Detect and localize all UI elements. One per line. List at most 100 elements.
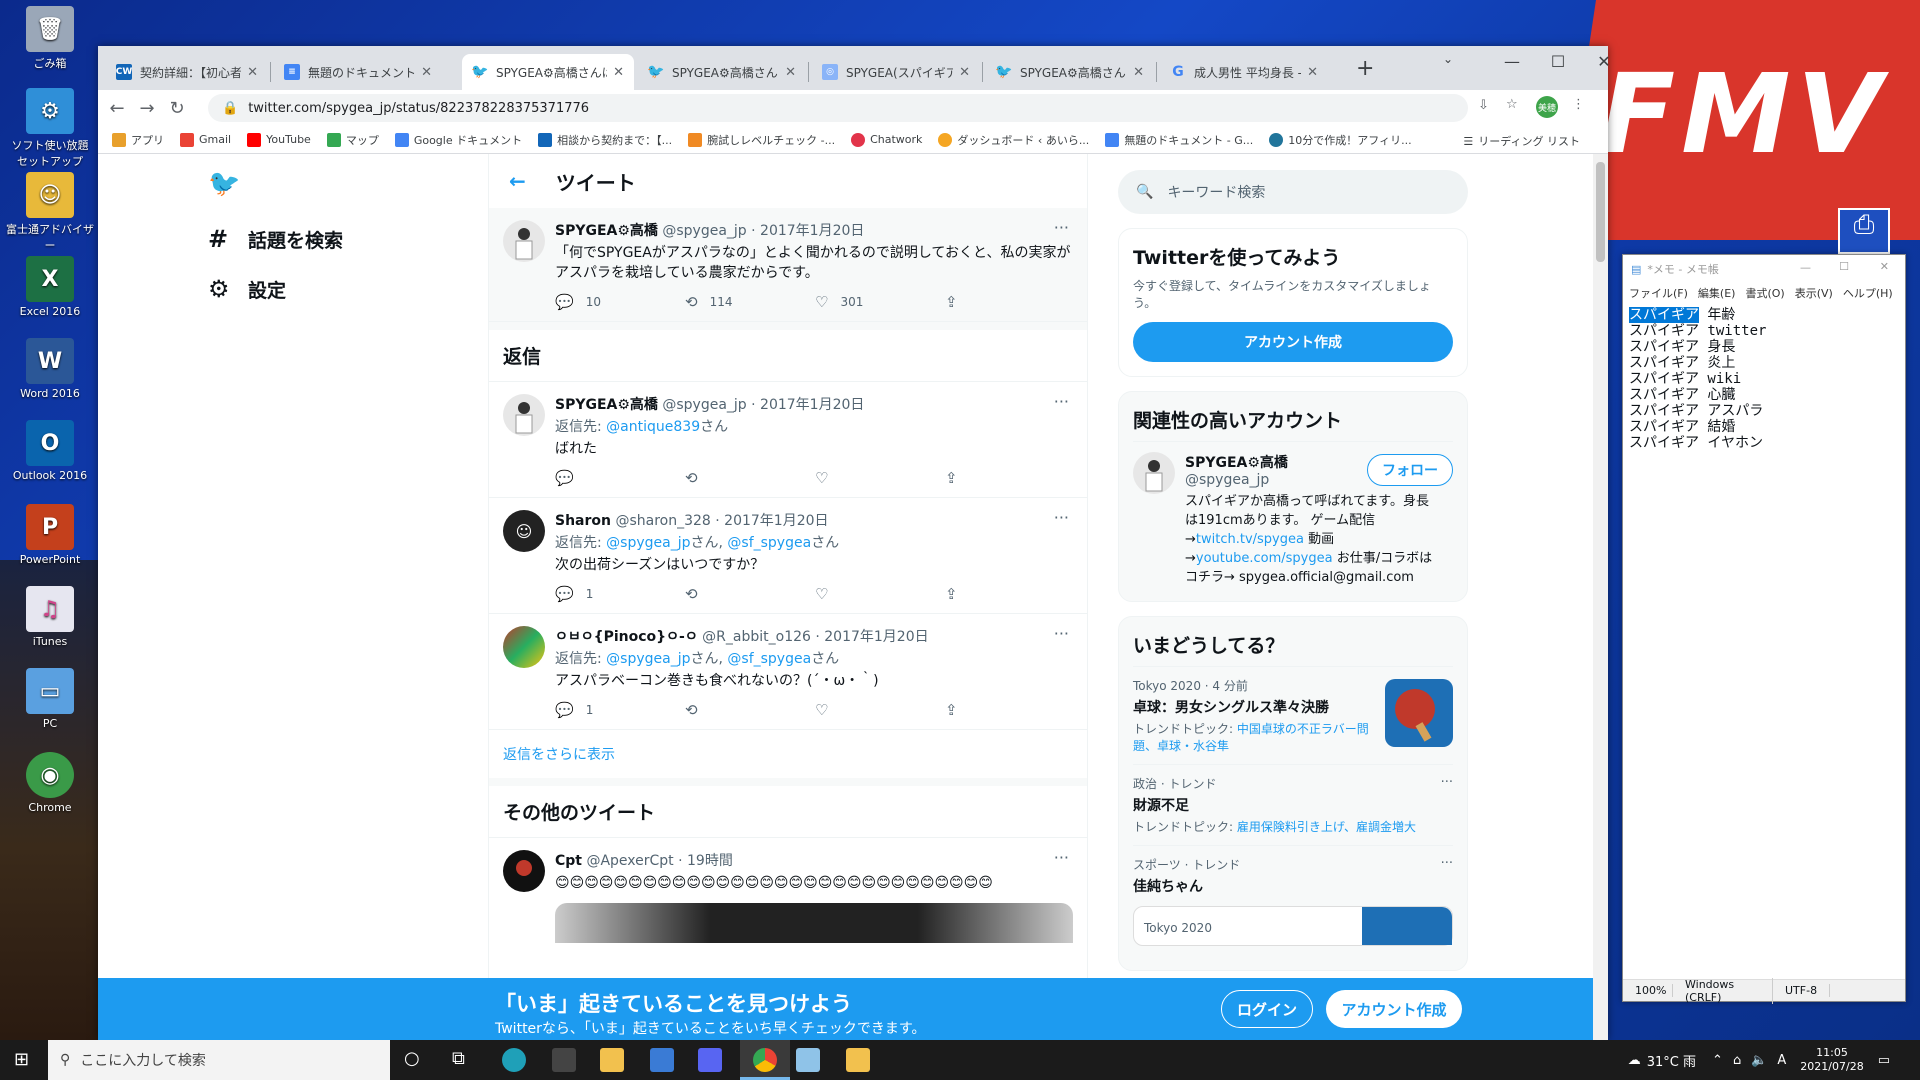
back-icon[interactable]: ← [102,98,132,119]
more-icon[interactable]: ··· [1441,775,1453,790]
trend-item[interactable]: 政治 · トレンド 財源不足 トレンドトピック: 雇用保険料引き上げ、雇調金増大… [1133,764,1453,845]
mention-link[interactable]: @sf_spygea [727,535,811,551]
windows-start-icon[interactable]: ⊞ [14,1049,29,1070]
mention-link[interactable]: @antique839 [606,419,700,435]
close-icon[interactable]: ✕ [785,65,796,80]
file-explorer-icon[interactable] [600,1048,624,1072]
twitter-logo-icon[interactable]: 🐦 [208,154,408,214]
trend-item[interactable]: Tokyo 2020 · 4 分前 卓球：男女シングルス準々決勝 トレンドトピッ… [1133,666,1453,764]
author-name[interactable]: Cpt [555,853,582,869]
share-button[interactable]: ⇪ [945,293,1075,311]
chevron-up-icon[interactable]: ⌃ [1712,1053,1723,1068]
desktop-icon-outlook[interactable]: O Outlook 2016 [6,420,94,482]
menu-help[interactable]: ヘルプ(H) [1843,285,1893,301]
retweet-button[interactable]: ⟲ [685,585,815,603]
menu-edit[interactable]: 編集(E) [1698,285,1736,301]
task-view-icon[interactable]: ⧉ [452,1048,465,1069]
desktop-icon-chrome[interactable]: ◉ Chrome [6,752,94,814]
clock[interactable]: 11:05 2021/07/28 [1800,1046,1863,1074]
reply-button[interactable]: 💬 [555,469,685,487]
reply-button[interactable]: 💬 10 [555,293,685,311]
close-icon[interactable]: ✕ [1307,65,1318,80]
reply-button[interactable]: 💬 1 [555,585,685,603]
avatar[interactable] [1133,452,1175,494]
avatar[interactable] [503,626,545,668]
main-tweet[interactable]: SPYGEA⚙高橋 @spygea_jp · 2017年1月20日 「何でSPY… [489,208,1087,322]
like-button[interactable]: ♡ [815,585,945,603]
bookmark-gmail[interactable]: Gmail [180,132,231,147]
reply-tweet[interactable]: SPYGEA⚙高橋 @spygea_jp · 2017年1月20日 返信先: @… [489,382,1087,498]
like-button[interactable]: ♡ 301 [815,293,945,311]
mention-link[interactable]: @spygea_jp [606,535,690,551]
forward-icon[interactable]: → [132,98,162,119]
cortana-icon[interactable]: ○ [404,1048,420,1069]
tab-4[interactable]: 🐦SPYGEA⚙高橋さん (@✕ [638,54,806,90]
author-handle[interactable]: @spygea_jp · 2017年1月20日 [662,223,864,239]
author-name[interactable]: SPYGEA⚙高橋 [555,223,658,239]
sticky-notes-icon[interactable] [846,1048,870,1072]
retweet-button[interactable]: ⟲ [685,701,815,719]
more-icon[interactable]: ··· [1054,508,1069,527]
create-account-button[interactable]: アカウント作成 [1133,322,1453,362]
mention-link[interactable]: @spygea_jp [606,651,690,667]
menu-kebab-icon[interactable]: ⋮ [1572,97,1585,112]
login-button[interactable]: ログイン [1221,990,1313,1028]
avatar[interactable] [503,394,545,436]
follow-button[interactable]: フォロー [1367,454,1453,486]
menu-format[interactable]: 書式(O) [1745,285,1784,301]
minimize-button[interactable]: — [1800,261,1811,274]
bookmark-star-icon[interactable]: ☆ [1506,97,1518,112]
bio-link[interactable]: twitch.tv/spygea [1196,532,1304,547]
more-icon[interactable]: ··· [1054,848,1069,867]
author-name[interactable]: Sharon [555,513,611,529]
close-icon[interactable]: ✕ [959,65,970,80]
trend-card-preview[interactable]: Tokyo 2020 [1133,906,1453,946]
close-window-button[interactable]: ✕ [1880,260,1889,273]
edge-icon[interactable] [502,1048,526,1072]
bookmark-untitled-doc[interactable]: 無題のドキュメント - G... [1105,132,1253,148]
close-icon[interactable]: ✕ [1133,65,1144,80]
desktop-icon-word[interactable]: W Word 2016 [6,338,94,400]
back-arrow-icon[interactable]: ← [509,169,526,193]
bookmark-google-docs[interactable]: Google ドキュメント [394,132,522,148]
reload-icon[interactable]: ↻ [162,98,192,119]
calendar-app-icon[interactable] [698,1048,722,1072]
app-icon[interactable] [650,1048,674,1072]
close-icon[interactable]: ✕ [421,65,432,80]
bookmark-apps[interactable]: アプリ [112,132,164,148]
bookmark-chatwork[interactable]: Chatwork [851,132,922,147]
profile-avatar[interactable]: 美穂 [1536,96,1558,118]
ime-icon[interactable]: A [1777,1053,1786,1068]
mention-link[interactable]: @sf_spygea [727,651,811,667]
retweet-button[interactable]: ⟲ 114 [685,293,815,311]
reply-tweet[interactable]: ㅇㅂㅇ{Pinoco}ㅇ-ㅇ @R_abbit_o126 · 2017年1月20… [489,614,1087,730]
taskbar-search[interactable]: ⚲ ここに入力して検索 [48,1040,390,1080]
author-name[interactable]: SPYGEA⚙高橋 [555,397,658,413]
bio-link[interactable]: youtube.com/spygea [1196,551,1333,566]
author-name[interactable]: ㅇㅂㅇ{Pinoco}ㅇ-ㅇ [555,629,698,645]
reply-button[interactable]: 💬 1 [555,701,685,719]
notepad-taskbar-icon[interactable] [796,1048,820,1072]
like-button[interactable]: ♡ [815,701,945,719]
bookmark-dashboard[interactable]: ダッシュボード ‹ あいら... [938,132,1089,148]
tab-2[interactable]: ≡無題のドキュメント - Goo✕ [274,54,442,90]
maximize-button[interactable]: ☐ [1839,260,1849,273]
tab-1[interactable]: CW契約詳細：【初心者・主✕ [106,54,268,90]
bookmark-affiliate[interactable]: 10分で作成！アフィリ... [1269,132,1412,148]
tab-search-icon[interactable]: ⌄ [1428,52,1468,66]
tweet-media[interactable] [555,903,1073,943]
trend-item[interactable]: スポーツ · トレンド 佳純ちゃん ··· Tokyo 2020 [1133,845,1453,956]
scrollbar-thumb[interactable] [1596,162,1605,262]
bookmark-maps[interactable]: マップ [326,132,379,148]
reading-list[interactable]: ☰ リーディング リスト [1463,133,1580,149]
menu-view[interactable]: 表示(V) [1795,285,1833,301]
desktop-icon-recycle-bin[interactable]: 🗑 ごみ箱 [6,6,94,71]
reply-tweet[interactable]: ☺ Sharon @sharon_328 · 2017年1月20日 返信先: @… [489,498,1087,614]
notification-icon[interactable]: ▭ [1878,1053,1890,1068]
like-button[interactable]: ♡ [815,469,945,487]
avatar[interactable] [503,850,545,892]
menu-file[interactable]: ファイル(F) [1629,285,1688,301]
store-icon[interactable] [552,1048,576,1072]
author-handle[interactable]: @R_abbit_o126 · 2017年1月20日 [702,629,928,645]
avatar[interactable]: ☺ [503,510,545,552]
